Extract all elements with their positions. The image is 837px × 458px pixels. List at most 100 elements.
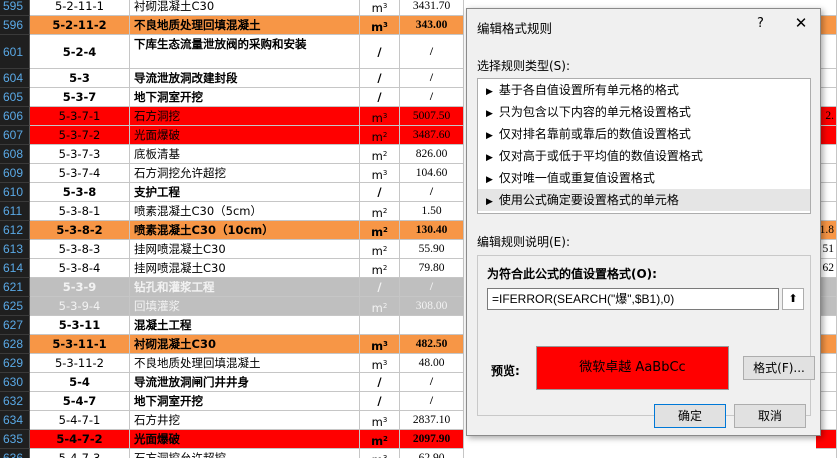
item-code-cell[interactable]: 5-3-7-3 [30,145,130,164]
item-code-cell[interactable]: 5-3-9 [30,278,130,297]
item-name-cell[interactable]: 不良地质处理回填混凝土 [130,354,360,373]
item-name-cell[interactable]: 光面爆破 [130,430,360,449]
rule-type-item[interactable]: ▶ 基于各自值设置所有单元格的格式 [478,79,810,101]
rule-type-item[interactable]: ▶ 使用公式确定要设置格式的单元格 [478,189,810,211]
unit-cell[interactable]: m2 [360,145,400,164]
overflow-value-cell[interactable] [816,449,837,458]
unit-cell[interactable]: / [360,69,400,88]
row-number[interactable]: 608 [0,145,30,164]
unit-cell[interactable]: m3 [360,354,400,373]
quantity-cell[interactable]: 48.00 [400,354,464,373]
item-code-cell[interactable]: 5-4-7-2 [30,430,130,449]
item-code-cell[interactable]: 5-3-8 [30,183,130,202]
item-name-cell[interactable]: 喷素混凝土C30（5cm） [130,202,360,221]
row-number[interactable]: 635 [0,430,30,449]
rule-type-item[interactable]: ▶ 仅对唯一值或重复值设置格式 [478,167,810,189]
item-code-cell[interactable]: 5-4-7-1 [30,411,130,430]
unit-cell[interactable]: / [360,373,400,392]
item-code-cell[interactable]: 5-3-9-4 [30,297,130,316]
item-name-cell[interactable]: 石方洞挖允许超挖 [130,449,360,458]
help-icon[interactable]: ? [757,16,764,31]
quantity-cell[interactable]: 104.60 [400,164,464,183]
quantity-cell[interactable]: / [400,278,464,297]
unit-cell[interactable]: / [360,183,400,202]
quantity-cell[interactable]: / [400,373,464,392]
unit-cell[interactable]: m3 [360,16,400,35]
item-name-cell[interactable]: 不良地质处理回填混凝土 [130,16,360,35]
unit-cell[interactable]: / [360,392,400,411]
row-number[interactable]: 595 [0,0,30,16]
row-number[interactable]: 632 [0,392,30,411]
quantity-cell[interactable]: 79.80 [400,259,464,278]
item-name-cell[interactable]: 导流泄放洞闸门井井身 [130,373,360,392]
item-code-cell[interactable]: 5-3 [30,69,130,88]
quantity-cell[interactable]: 5007.50 [400,107,464,126]
item-code-cell[interactable]: 5-3-7 [30,88,130,107]
row-number[interactable]: 628 [0,335,30,354]
quantity-cell[interactable]: / [400,183,464,202]
row-number[interactable]: 605 [0,88,30,107]
unit-cell[interactable]: m3 [360,449,400,458]
row-number[interactable]: 614 [0,259,30,278]
row-number[interactable]: 606 [0,107,30,126]
quantity-cell[interactable]: 308.00 [400,297,464,316]
row-number[interactable]: 629 [0,354,30,373]
row-number[interactable]: 607 [0,126,30,145]
item-name-cell[interactable]: 挂网喷混凝土C30 [130,259,360,278]
unit-cell[interactable]: m3 [360,164,400,183]
item-code-cell[interactable]: 5-4-7 [30,392,130,411]
row-number[interactable]: 636 [0,449,30,458]
unit-cell[interactable]: m2 [360,202,400,221]
row-number[interactable]: 630 [0,373,30,392]
cancel-button[interactable]: 取消 [734,404,806,428]
item-name-cell[interactable]: 衬砌混凝土C30 [130,335,360,354]
item-code-cell[interactable]: 5-3-7-1 [30,107,130,126]
row-number[interactable]: 610 [0,183,30,202]
quantity-cell[interactable]: 2097.90 [400,430,464,449]
unit-cell[interactable]: / [360,278,400,297]
item-code-cell[interactable]: 5-3-11-2 [30,354,130,373]
item-name-cell[interactable]: 石方井挖 [130,411,360,430]
ok-button[interactable]: 确定 [654,404,726,428]
unit-cell[interactable]: m2 [360,240,400,259]
item-code-cell[interactable]: 5-4 [30,373,130,392]
row-number[interactable]: 604 [0,69,30,88]
item-code-cell[interactable]: 5-3-8-1 [30,202,130,221]
row-number[interactable]: 634 [0,411,30,430]
quantity-cell[interactable] [400,316,464,335]
quantity-cell[interactable]: / [400,88,464,107]
item-code-cell[interactable]: 5-3-8-4 [30,259,130,278]
rule-type-item[interactable]: ▶ 仅对排名靠前或靠后的数值设置格式 [478,123,810,145]
quantity-cell[interactable]: 482.50 [400,335,464,354]
quantity-cell[interactable]: 62.90 [400,449,464,458]
row-number[interactable]: 625 [0,297,30,316]
quantity-cell[interactable]: 2837.10 [400,411,464,430]
item-code-cell[interactable]: 5-3-8-2 [30,221,130,240]
unit-cell[interactable]: m2 [360,221,400,240]
item-name-cell[interactable]: 底板清基 [130,145,360,164]
item-name-cell[interactable]: 石方洞挖 [130,107,360,126]
unit-cell[interactable]: / [360,35,400,69]
rule-type-item[interactable]: ▶ 只为包含以下内容的单元格设置格式 [478,101,810,123]
item-name-cell[interactable]: 喷素混凝土C30（10cm） [130,221,360,240]
item-name-cell[interactable]: 光面爆破 [130,126,360,145]
item-code-cell[interactable]: 5-4-7-3 [30,449,130,458]
unit-cell[interactable]: m2 [360,297,400,316]
quantity-cell[interactable]: 130.40 [400,221,464,240]
unit-cell[interactable]: m3 [360,411,400,430]
row-number[interactable]: 601 [0,35,30,69]
quantity-cell[interactable]: 343.00 [400,16,464,35]
row-number[interactable]: 627 [0,316,30,335]
item-code-cell[interactable]: 5-3-7-2 [30,126,130,145]
item-name-cell[interactable]: 地下洞室开挖 [130,392,360,411]
unit-cell[interactable]: m2 [360,126,400,145]
item-name-cell[interactable]: 衬砌混凝土C30 [130,0,360,16]
unit-cell[interactable]: m2 [360,430,400,449]
item-code-cell[interactable]: 5-2-11-1 [30,0,130,16]
rule-type-list[interactable]: ▶ 基于各自值设置所有单元格的格式 ▶ 只为包含以下内容的单元格设置格式 ▶ 仅对排名靠前… [477,78,811,214]
item-name-cell[interactable]: 石方洞挖允许超挖 [130,164,360,183]
row-number[interactable]: 596 [0,16,30,35]
item-code-cell[interactable]: 5-3-11 [30,316,130,335]
row-number[interactable]: 621 [0,278,30,297]
item-name-cell[interactable]: 挂网喷混凝土C30 [130,240,360,259]
